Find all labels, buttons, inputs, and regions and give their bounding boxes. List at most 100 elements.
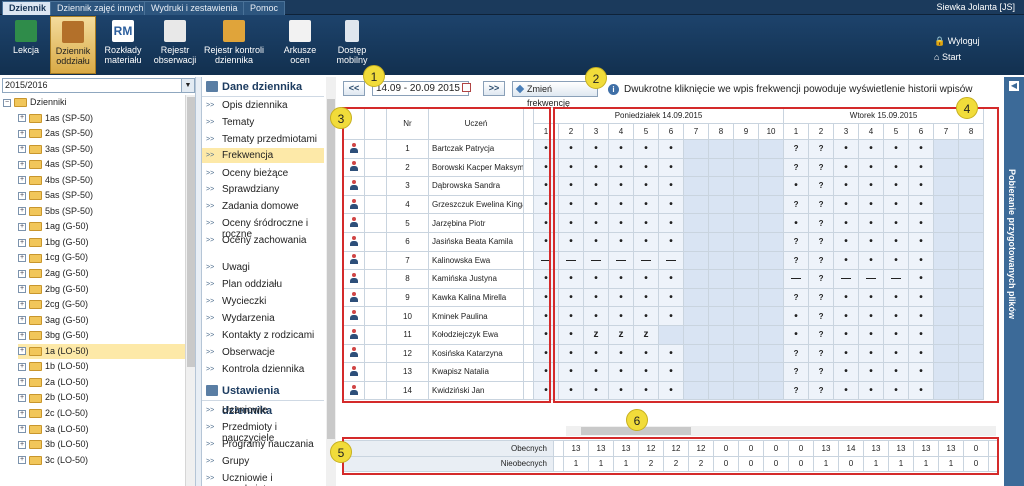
tab-pomoc[interactable]: Pomoc [243,1,286,15]
attendance-cell[interactable]: • [883,157,910,178]
menu-item[interactable]: Uczniowie [202,405,324,416]
attendance-cell[interactable]: • [833,213,860,233]
tree-item[interactable]: +1b (LO-50) [18,359,89,374]
attendance-cell[interactable]: • [533,139,559,159]
attendance-cell[interactable]: ? [808,380,835,401]
attendance-cell[interactable]: • [608,306,634,326]
menu-item[interactable]: Kontakty z rodzicami [202,330,324,341]
tree-item[interactable]: +2bg (G-50) [18,282,89,297]
attendance-cell[interactable] [958,139,985,159]
attendance-cell[interactable]: • [633,194,659,215]
attendance-cell[interactable]: • [858,343,885,364]
table-row[interactable]: 6 Jasińska Beata Kamila • • • • • •?? • • • • [342,231,985,252]
tree-root[interactable]: − Dzienniki [3,95,67,110]
expand-icon[interactable]: + [18,176,26,185]
attendance-cell[interactable]: • [833,362,860,382]
attendance-cell[interactable] [757,250,785,271]
attendance-cell[interactable]: • [658,176,684,196]
attendance-cell[interactable] [733,250,759,271]
attendance-cell[interactable]: • [858,176,885,196]
attendance-cell[interactable] [757,269,785,289]
student-icon[interactable] [349,291,358,302]
tree-item[interactable]: +2b (LO-50) [18,390,89,405]
student-name[interactable]: Kamińska Justyna [428,269,524,289]
attendance-cell[interactable] [683,231,709,252]
student-icon[interactable] [349,254,358,265]
attendance-cell[interactable] [958,324,985,345]
menu-item[interactable]: Uwagi [202,262,324,273]
attendance-cell[interactable]: ? [808,213,835,233]
attendance-cell[interactable]: • [633,269,659,289]
attendance-cell[interactable]: • [633,139,659,159]
menu-item[interactable]: Oceny bieżące [202,168,324,179]
attendance-cell[interactable]: — [558,250,584,271]
student-icon[interactable] [349,179,358,190]
attendance-cell[interactable]: • [633,306,659,326]
attendance-cell[interactable] [958,306,985,326]
attendance-cell[interactable]: z [633,324,659,345]
student-name[interactable]: Kwidziński Jan [428,380,524,401]
attendance-cell[interactable]: • [658,269,684,289]
attendance-cell[interactable]: • [833,306,860,326]
student-icon[interactable] [349,217,358,228]
attendance-cell[interactable] [733,194,759,215]
attendance-cell[interactable]: • [883,306,910,326]
tree-item[interactable]: +5bs (SP-50) [18,204,93,219]
attendance-cell[interactable]: • [533,306,559,326]
attendance-cell[interactable]: • [908,250,935,271]
attendance-cell[interactable] [683,269,709,289]
attendance-cell[interactable]: • [608,269,634,289]
attendance-cell[interactable] [733,287,759,308]
attendance-cell[interactable] [683,176,709,196]
attendance-cell[interactable]: — [783,269,810,289]
attendance-cell[interactable]: • [858,380,885,401]
attendance-cell[interactable] [683,324,709,345]
attendance-cell[interactable] [958,380,985,401]
tree-scrollbar[interactable] [185,95,195,486]
table-row[interactable]: 8 Kamińska Justyna • • • • • • —? — — — • [342,269,985,289]
tree-item[interactable]: +3a (LO-50) [18,422,89,437]
attendance-cell[interactable] [958,250,985,271]
attendance-cell[interactable]: • [883,250,910,271]
expand-icon[interactable]: + [18,145,26,154]
attendance-cell[interactable]: • [658,380,684,401]
attendance-cell[interactable]: • [783,213,810,233]
table-row[interactable]: 4 Grzeszczuk Ewelina Kinga • • • • • •?? • • • • [342,194,985,215]
attendance-cell[interactable]: • [533,324,559,345]
attendance-cell[interactable]: • [633,213,659,233]
attendance-cell[interactable]: ? [808,194,835,215]
attendance-cell[interactable]: • [608,287,634,308]
attendance-cell[interactable]: • [908,194,935,215]
attendance-cell[interactable] [683,343,709,364]
attendance-cell[interactable] [933,380,960,401]
attendance-cell[interactable]: • [583,362,609,382]
next-week-button[interactable]: >> [483,81,505,96]
attendance-cell[interactable]: • [558,176,584,196]
lekcja-button[interactable]: Lekcja [6,16,46,74]
attendance-cell[interactable]: • [608,362,634,382]
scroll-thumb[interactable] [187,97,195,367]
attendance-cell[interactable]: • [858,194,885,215]
expand-icon[interactable]: + [18,362,26,371]
menu-item[interactable]: Programy nauczania [202,439,324,450]
attendance-cell[interactable]: • [583,213,609,233]
logout-link[interactable]: 🔒 Wyloguj [934,33,980,49]
attendance-cell[interactable] [683,380,709,401]
attendance-cell[interactable]: • [583,176,609,196]
attendance-cell[interactable] [933,287,960,308]
expand-icon[interactable]: + [18,160,26,169]
attendance-cell[interactable]: • [908,362,935,382]
attendance-cell[interactable]: ? [808,176,835,196]
expand-icon[interactable]: + [18,191,26,200]
attendance-cell[interactable]: • [883,213,910,233]
dziennik-oddzialu-button[interactable]: Dziennik oddziału [50,16,96,74]
attendance-cell[interactable]: • [558,343,584,364]
student-name[interactable]: Borowski Kacper Maksymilian [428,157,524,178]
attendance-cell[interactable]: • [833,194,860,215]
student-icon[interactable] [349,272,358,283]
attendance-cell[interactable]: ? [808,139,835,159]
attendance-cell[interactable] [933,194,960,215]
attendance-cell[interactable] [757,157,785,178]
attendance-cell[interactable]: • [883,194,910,215]
attendance-cell[interactable]: • [833,176,860,196]
